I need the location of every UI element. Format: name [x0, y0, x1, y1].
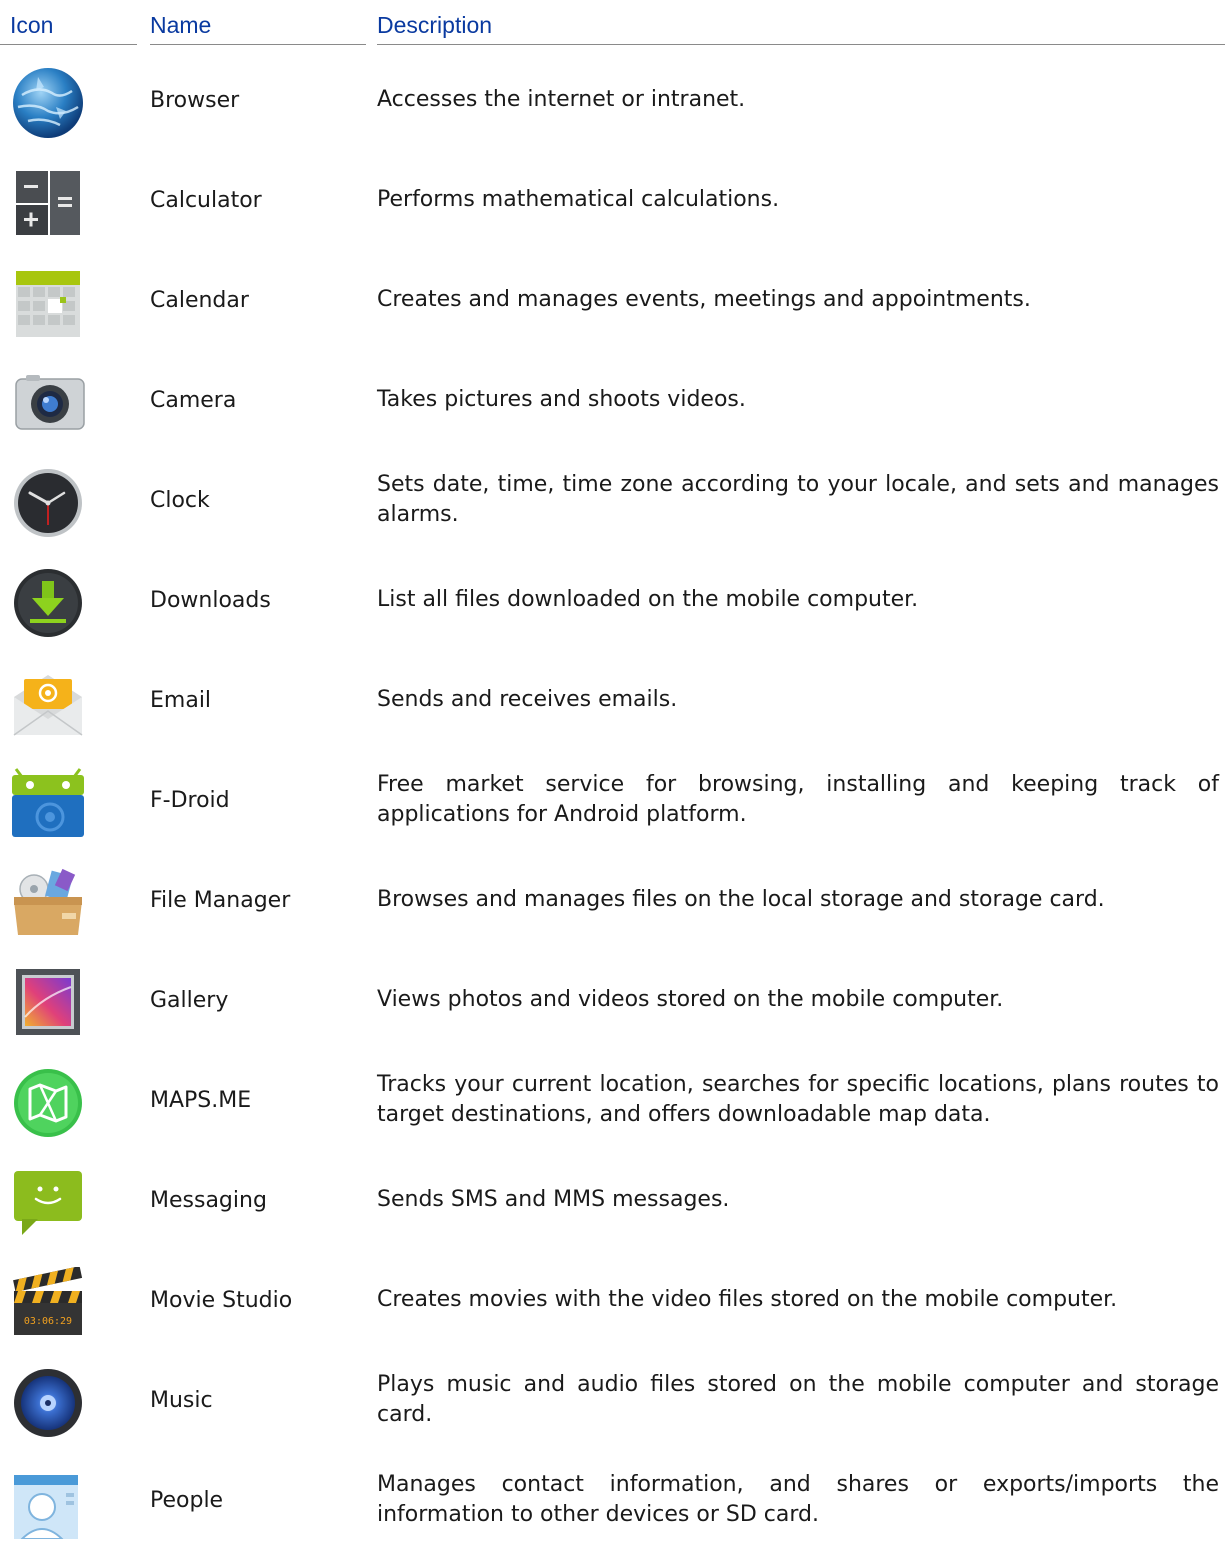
- app-description: List all files downloaded on the mobile …: [377, 587, 919, 612]
- table-row: Browser Accesses the internet or intrane…: [0, 50, 1231, 150]
- movie-studio-icon: 03:06:29: [8, 1267, 88, 1339]
- app-description: Tracks your current location, searches f…: [377, 1072, 1219, 1127]
- app-description: Manages contact information, and shares …: [377, 1472, 1219, 1527]
- app-name: Calendar: [150, 287, 249, 313]
- app-description: Sets date, time, time zone according to …: [377, 472, 1219, 527]
- app-name: Clock: [150, 487, 210, 513]
- app-name: Gallery: [150, 987, 229, 1013]
- gallery-icon: [8, 967, 88, 1039]
- app-description: Creates and manages events, meetings and…: [377, 287, 1031, 312]
- app-name: Email: [150, 687, 212, 713]
- table-row: Email Sends and receives emails.: [0, 650, 1231, 750]
- app-description: Plays music and audio files stored on th…: [377, 1372, 1219, 1427]
- app-description: Performs mathematical calculations.: [377, 187, 780, 212]
- fdroid-icon: [8, 767, 88, 839]
- app-description: Accesses the internet or intranet.: [377, 87, 746, 112]
- app-description: Sends and receives emails.: [377, 687, 678, 712]
- header-icon: Icon: [10, 12, 54, 38]
- calculator-icon: [8, 167, 88, 239]
- clock-icon: [8, 467, 88, 539]
- messaging-icon: [8, 1167, 88, 1239]
- app-name: Browser: [150, 87, 240, 113]
- table-row: Calculator Performs mathematical calcula…: [0, 150, 1231, 250]
- header-divider: [377, 44, 1225, 45]
- table-row: MAPS.ME Tracks your current location, se…: [0, 1050, 1231, 1150]
- app-name: People: [150, 1487, 224, 1513]
- camera-icon: [8, 367, 88, 439]
- table-row: 03:06:29 Movie Studio Creates movies wit…: [0, 1250, 1231, 1350]
- header-name: Name: [150, 12, 212, 38]
- app-name: Music: [150, 1387, 213, 1413]
- table-row: File Manager Browses and manages files o…: [0, 850, 1231, 950]
- app-name: Messaging: [150, 1187, 267, 1213]
- email-icon: [8, 667, 88, 739]
- app-name: MAPS.ME: [150, 1087, 252, 1113]
- header-description: Description: [377, 12, 493, 38]
- table-row: Downloads List all files downloaded on t…: [0, 550, 1231, 650]
- table-row: Clock Sets date, time, time zone accordi…: [0, 450, 1231, 550]
- app-description: Sends SMS and MMS messages.: [377, 1187, 730, 1212]
- app-name: Camera: [150, 387, 237, 413]
- header-divider: [150, 44, 366, 45]
- table-row: Gallery Views photos and videos stored o…: [0, 950, 1231, 1050]
- svg-text:03:06:29: 03:06:29: [24, 1316, 72, 1327]
- downloads-icon: [8, 567, 88, 639]
- app-description: Views photos and videos stored on the mo…: [377, 987, 1004, 1012]
- header-divider: [0, 44, 137, 45]
- app-description: Takes pictures and shoots videos.: [377, 387, 746, 412]
- table-row: F-Droid Free market service for browsing…: [0, 750, 1231, 850]
- app-name: Downloads: [150, 587, 271, 613]
- browser-icon: [8, 67, 88, 139]
- app-description: Creates movies with the video files stor…: [377, 1287, 1118, 1312]
- app-name: File Manager: [150, 887, 291, 913]
- app-description: Browses and manages files on the local s…: [377, 887, 1105, 912]
- maps-icon: [8, 1067, 88, 1139]
- app-name: F-Droid: [150, 787, 230, 813]
- table-row: Camera Takes pictures and shoots videos.: [0, 350, 1231, 450]
- calendar-icon: [8, 267, 88, 339]
- app-name: Movie Studio: [150, 1287, 293, 1313]
- table-row: People Manages contact information, and …: [0, 1450, 1231, 1550]
- music-icon: [8, 1367, 88, 1439]
- table-row: Calendar Creates and manages events, mee…: [0, 250, 1231, 350]
- people-icon: [8, 1467, 88, 1539]
- app-name: Calculator: [150, 187, 262, 213]
- table-row: Music Plays music and audio files stored…: [0, 1350, 1231, 1450]
- table-header: Icon Name Description: [0, 0, 1231, 46]
- file-manager-icon: [8, 867, 88, 939]
- table-row: Messaging Sends SMS and MMS messages.: [0, 1150, 1231, 1250]
- app-description: Free market service for browsing, instal…: [377, 772, 1219, 827]
